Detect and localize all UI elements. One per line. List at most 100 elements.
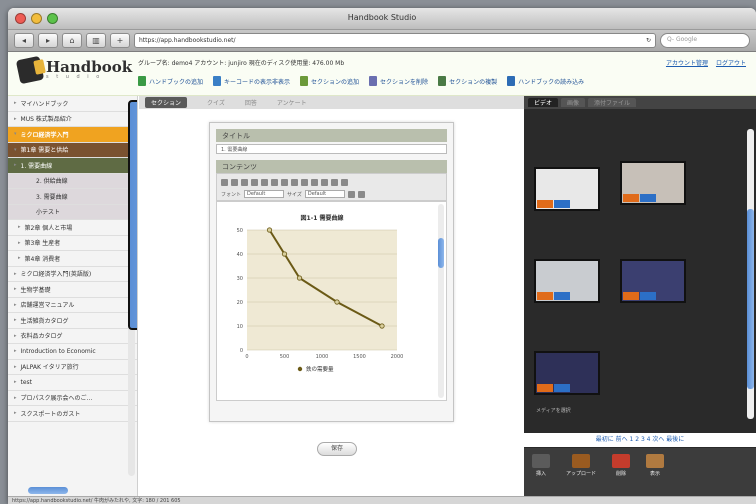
chevron-icon[interactable]: ▸: [14, 116, 17, 122]
tab-images[interactable]: 画像: [561, 98, 586, 107]
header-action-button[interactable]: セクションの追加: [300, 76, 359, 86]
media-action-button[interactable]: 表示: [646, 454, 665, 477]
media-pager[interactable]: 最初に 前へ 1 2 3 4 次へ 最後に: [524, 433, 756, 447]
size-select[interactable]: Default: [304, 190, 345, 198]
video-thumbnail[interactable]: [620, 161, 686, 205]
reload-icon[interactable]: ↻: [646, 37, 651, 44]
tab-section[interactable]: セクション: [145, 97, 188, 108]
sidebar-item[interactable]: ▾ 第1章 需要と供給: [8, 142, 137, 158]
media-action-icon: [572, 454, 590, 468]
header-action-button[interactable]: ハンドブックの読み込み: [507, 76, 584, 86]
chevron-icon[interactable]: ▸: [14, 271, 17, 277]
numbered-list-icon[interactable]: [271, 178, 278, 186]
sidebar-item[interactable]: ▸ 1. 需要曲線: [8, 158, 137, 174]
chevron-icon[interactable]: ▸: [14, 317, 17, 323]
chevron-icon[interactable]: ▸: [18, 255, 21, 261]
chevron-icon[interactable]: ▸: [14, 379, 17, 385]
bold-icon[interactable]: [221, 178, 228, 186]
sidebar-item[interactable]: ▸ MUS 株式製品紹介: [8, 112, 137, 127]
sidebar-item[interactable]: ▸ test: [8, 375, 137, 391]
video-thumbnail[interactable]: [534, 259, 600, 303]
sidebar-item[interactable]: ▸ 衣料品カタログ: [8, 329, 137, 344]
sidebar-item[interactable]: ▸ 生物学基礎: [8, 282, 137, 298]
bullet-list-icon[interactable]: [261, 178, 268, 186]
chevron-icon[interactable]: ▸: [14, 364, 17, 370]
video-thumbnail[interactable]: [534, 167, 600, 211]
logout-link[interactable]: ログアウト: [716, 58, 746, 67]
x-tick-label: 0: [245, 354, 248, 360]
header-action-label: セクションの複製: [449, 78, 498, 86]
search-input[interactable]: Q- Google: [660, 33, 750, 48]
align-center-icon[interactable]: [311, 178, 318, 186]
italic-icon[interactable]: [231, 178, 238, 186]
chevron-icon[interactable]: ▸: [14, 348, 17, 354]
sidebar-item[interactable]: ▸ ミクロ経済学入門(英語版): [8, 267, 137, 282]
sidebar-item[interactable]: 2. 供給曲線: [8, 173, 137, 189]
chevron-icon[interactable]: ▸: [14, 333, 17, 339]
font-select[interactable]: Default: [244, 190, 285, 198]
sidebar-item[interactable]: ▸ 第3章 生産者: [8, 236, 137, 251]
image-icon[interactable]: [341, 178, 348, 186]
home-button[interactable]: ⌂: [62, 33, 82, 48]
sidebar-item[interactable]: 3. 需要曲線: [8, 189, 137, 205]
media-action-button[interactable]: 挿入: [532, 454, 550, 477]
add-bookmark-button[interactable]: +: [110, 33, 130, 48]
forward-button[interactable]: ▸: [38, 33, 58, 48]
media-action-button[interactable]: 削除: [612, 454, 631, 477]
tab-survey[interactable]: アンケート: [277, 98, 307, 107]
sidebar-item[interactable]: ▸ プロパスク展示会へのご…: [8, 391, 137, 406]
sidebar-item[interactable]: ▸ 生活雑貨カタログ: [8, 313, 137, 329]
editor-content[interactable]: 図1-1 需要曲線 0 10 20 30 40 50 0 500 1000 1500 2000 鉄の需要…: [216, 201, 447, 401]
editor-scrollbar[interactable]: [438, 204, 444, 398]
strikethrough-icon[interactable]: [251, 178, 258, 186]
sidebar-item[interactable]: ▾ ミクロ経済学入門: [8, 127, 137, 143]
link-icon[interactable]: [331, 178, 338, 186]
tab-answers[interactable]: 回答: [245, 98, 257, 107]
align-left-icon[interactable]: [301, 178, 308, 186]
chevron-icon[interactable]: ▾: [14, 131, 17, 137]
chevron-icon[interactable]: ▸: [14, 395, 17, 401]
header-action-button[interactable]: セクションの複製: [438, 76, 497, 86]
account-settings-link[interactable]: アカウント管理: [666, 58, 708, 67]
chevron-icon[interactable]: ▸: [14, 410, 17, 416]
sidebar-item[interactable]: ▸ 店舗運営マニュアル: [8, 298, 137, 313]
title-input[interactable]: 1. 需要曲線: [216, 144, 447, 154]
chevron-icon[interactable]: ▾: [14, 147, 17, 153]
sidebar-item[interactable]: 小テスト: [8, 204, 137, 220]
tab-video[interactable]: ビデオ: [528, 98, 559, 107]
chevron-icon[interactable]: ▸: [18, 224, 21, 230]
url-field[interactable]: https://app.handbookstudio.net/ ↻: [134, 33, 656, 48]
sidebar-scrollbar[interactable]: [128, 100, 137, 476]
underline-icon[interactable]: [241, 178, 248, 186]
chevron-icon[interactable]: ▸: [14, 302, 17, 308]
chevron-icon[interactable]: ▸: [14, 100, 17, 106]
header-action-button[interactable]: ハンドブックの追加: [138, 76, 203, 86]
sidebar-hscrollbar[interactable]: [28, 487, 68, 494]
sidebar-item[interactable]: ▸ JALPAK イタリア旅行: [8, 360, 137, 375]
chevron-icon[interactable]: ▸: [14, 286, 17, 292]
media-icon[interactable]: [357, 190, 365, 198]
text-color-icon[interactable]: [281, 178, 288, 186]
sidebar-item-label: 生物学基礎: [20, 286, 51, 294]
video-thumbnail[interactable]: [534, 351, 600, 395]
header-action-button[interactable]: キーコードの表示非表示: [213, 76, 290, 86]
save-button[interactable]: 保存: [317, 442, 357, 456]
media-scrollbar[interactable]: [747, 129, 754, 419]
tab-attachments[interactable]: 添付ファイル: [588, 98, 637, 107]
chevron-icon[interactable]: ▸: [14, 162, 17, 168]
media-action-button[interactable]: アップロード: [566, 454, 596, 477]
align-right-icon[interactable]: [321, 178, 328, 186]
sidebar-item[interactable]: ▸ 第2章 個人と市場: [8, 220, 137, 236]
table-icon[interactable]: [347, 190, 355, 198]
header-action-button[interactable]: セクションを削除: [369, 76, 428, 86]
video-thumbnail[interactable]: [620, 259, 686, 303]
sidebar-item[interactable]: ▸ Introduction to Economic: [8, 344, 137, 360]
back-button[interactable]: ◂: [14, 33, 34, 48]
sidebar-item[interactable]: ▸ マイハンドブック: [8, 96, 137, 112]
bookmarks-button[interactable]: ▥: [86, 33, 106, 48]
chevron-icon[interactable]: ▸: [18, 240, 21, 246]
sidebar-item[interactable]: ▸ スクスポートのガスト: [8, 406, 137, 422]
highlight-icon[interactable]: [291, 178, 298, 186]
tab-quiz[interactable]: クイズ: [207, 98, 225, 107]
sidebar-item[interactable]: ▸ 第4章 消費者: [8, 251, 137, 267]
